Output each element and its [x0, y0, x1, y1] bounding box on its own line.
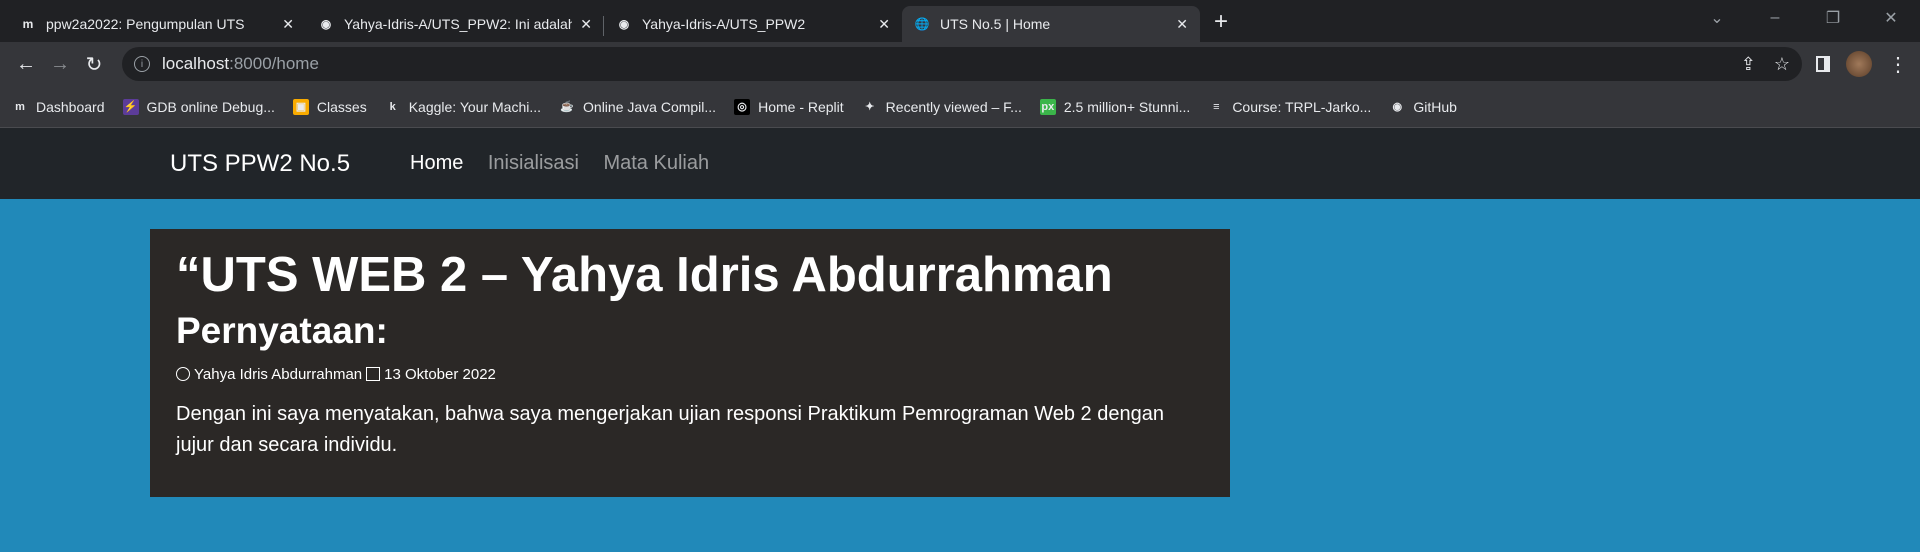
- restore-icon[interactable]: ❐: [1804, 8, 1862, 28]
- tab-title: UTS No.5 | Home: [940, 16, 1051, 32]
- bookmark-item[interactable]: ◉ GitHub: [1389, 98, 1457, 115]
- tab-title: Yahya-Idris-A/UTS_PPW2: [642, 16, 806, 32]
- share-icon[interactable]: ⇪: [1741, 54, 1756, 75]
- address-path: :8000/home: [229, 54, 319, 73]
- bookmark-item[interactable]: ☕ Online Java Compil...: [559, 98, 717, 115]
- statement-text: Dengan ini saya menyatakan, bahwa saya m…: [176, 402, 1164, 456]
- bookmark-item[interactable]: m Dashboard: [12, 98, 105, 115]
- bookmark-item[interactable]: ⚡ GDB online Debug...: [122, 98, 275, 115]
- bookmark-icon: m: [12, 98, 28, 115]
- tab-search-icon[interactable]: ⌄: [1688, 8, 1746, 28]
- navbar-brand[interactable]: UTS PPW2 No.5: [170, 150, 350, 178]
- bookmark-icon: ⚡: [122, 98, 139, 115]
- bookmark-item[interactable]: ▣ Classes: [292, 98, 367, 115]
- tab-2[interactable]: ◉ Yahya-Idris-A/UTS_PPW2 ✕: [604, 6, 902, 42]
- address-bar[interactable]: i localhost:8000/home ⇪ ☆: [122, 47, 1802, 81]
- back-icon[interactable]: ←: [12, 53, 40, 76]
- bookmark-item[interactable]: px 2.5 million+ Stunni...: [1039, 98, 1191, 115]
- bookmark-label: Course: TRPL-Jarko...: [1232, 98, 1372, 115]
- avatar[interactable]: [1846, 51, 1872, 77]
- bookmark-icon: ◎: [734, 98, 751, 115]
- close-icon[interactable]: ✕: [282, 16, 294, 33]
- bookmark-label: Dashboard: [36, 98, 105, 115]
- page-title: “UTS WEB 2 – Yahya Idris Abdurrahman: [176, 248, 1113, 302]
- side-panel-icon[interactable]: [1816, 56, 1830, 72]
- bookmark-icon: ☕: [559, 98, 576, 115]
- bookmark-item[interactable]: ✦ Recently viewed – F...: [861, 98, 1022, 115]
- nav-inisialisasi[interactable]: Inisialisasi: [488, 152, 579, 174]
- bookmark-icon: ▣: [292, 98, 309, 115]
- info-icon[interactable]: i: [134, 56, 150, 72]
- moodle-icon: m: [22, 17, 34, 31]
- nav-home[interactable]: Home: [410, 152, 463, 174]
- bookmark-label: GitHub: [1413, 98, 1457, 115]
- bookmark-label: GDB online Debug...: [146, 98, 275, 115]
- tab-0[interactable]: m ppw2a2022: Pengumpulan UTS ✕: [8, 6, 306, 42]
- bookmark-item[interactable]: ≡ Course: TRPL-Jarko...: [1208, 98, 1372, 115]
- close-icon[interactable]: ✕: [878, 16, 890, 33]
- calendar-icon: [366, 367, 381, 382]
- tab-1[interactable]: ◉ Yahya-Idris-A/UTS_PPW2: Ini adalah ✕: [306, 6, 604, 42]
- tab-strip: m ppw2a2022: Pengumpulan UTS ✕ ◉ Yahya-Idri…: [0, 0, 1920, 42]
- close-icon[interactable]: ✕: [1176, 16, 1188, 33]
- tab-3[interactable]: 🌐 UTS No.5 | Home ✕: [902, 6, 1200, 42]
- bookmarks-bar: m Dashboard ⚡ GDB online Debug... ▣ Classes k K…: [0, 86, 1920, 128]
- address-host: localhost: [162, 54, 230, 73]
- star-icon[interactable]: ☆: [1774, 54, 1790, 75]
- bookmark-label: Online Java Compil...: [583, 98, 717, 115]
- reload-icon[interactable]: ↻: [80, 52, 108, 77]
- tab-title: Yahya-Idris-A/UTS_PPW2: Ini adalah: [344, 16, 573, 32]
- bookmark-icon: px: [1039, 98, 1056, 115]
- bookmark-icon: ≡: [1208, 98, 1225, 115]
- tab-title: ppw2a2022: Pengumpulan UTS: [46, 16, 245, 32]
- github-icon: ◉: [320, 17, 332, 31]
- nav-mata-kuliah[interactable]: Mata Kuliah: [603, 152, 709, 174]
- bookmark-label: Home - Replit: [758, 98, 844, 115]
- github-icon: ◉: [618, 17, 630, 31]
- bookmark-icon: k: [384, 98, 401, 115]
- user-icon: [176, 367, 190, 382]
- section-heading: Pernyataan:: [176, 310, 388, 352]
- statement-card: “UTS WEB 2 – Yahya Idris Abdurrahman Per…: [150, 229, 1230, 497]
- bookmark-label: 2.5 million+ Stunni...: [1063, 98, 1191, 115]
- author: Yahya Idris Abdurrahman: [194, 365, 363, 383]
- forward-icon[interactable]: →: [46, 53, 74, 76]
- bookmark-item[interactable]: ◎ Home - Replit: [734, 98, 844, 115]
- minimize-icon[interactable]: –: [1746, 9, 1804, 27]
- close-window-icon[interactable]: ✕: [1862, 8, 1920, 28]
- bookmark-label: Kaggle: Your Machi...: [408, 98, 542, 115]
- navbar: UTS PPW2 No.5 Home Inisialisasi Mata Kul…: [0, 128, 1920, 199]
- close-icon[interactable]: ✕: [580, 16, 592, 33]
- bookmark-item[interactable]: k Kaggle: Your Machi...: [384, 98, 542, 115]
- menu-icon[interactable]: ⋮: [1888, 52, 1908, 77]
- globe-icon: 🌐: [914, 17, 930, 31]
- bookmark-icon: ◉: [1389, 98, 1406, 115]
- browser-toolbar: ← → ↻ i localhost:8000/home ⇪ ☆ ⋮: [0, 42, 1920, 86]
- date: 13 Oktober 2022: [384, 365, 496, 383]
- new-tab-button[interactable]: +: [1214, 8, 1228, 36]
- bookmark-label: Classes: [316, 98, 367, 115]
- bookmark-icon: ✦: [861, 98, 878, 115]
- bookmark-label: Recently viewed – F...: [885, 98, 1022, 115]
